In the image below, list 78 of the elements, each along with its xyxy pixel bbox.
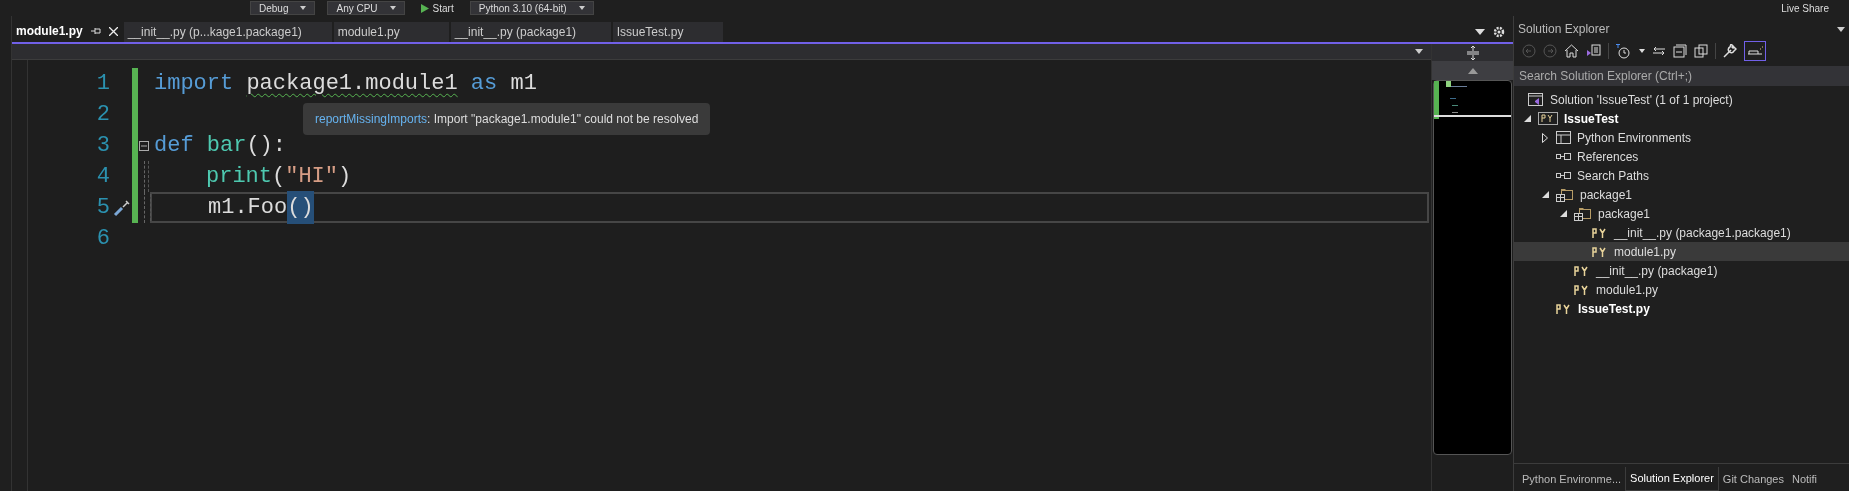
code-line: def bar(): <box>153 132 288 160</box>
python-file-icon <box>1574 265 1590 276</box>
split-button[interactable] <box>1432 44 1513 61</box>
search-field[interactable]: Search Solution Explorer (Ctrl+;) <box>1514 66 1849 86</box>
line-number: 6 <box>95 225 111 253</box>
caret-icon[interactable] <box>300 6 307 10</box>
caret-icon[interactable] <box>389 6 396 10</box>
line-number: 4 <box>95 163 111 191</box>
sync-icon[interactable] <box>1652 45 1666 57</box>
home-icon[interactable] <box>1564 44 1579 58</box>
panel-tab[interactable]: Solution Explorer <box>1625 467 1719 491</box>
toolbar-dropdown[interactable]: Python 3.10 (64-bit) <box>469 1 594 15</box>
play-icon <box>420 3 429 13</box>
python-file-icon <box>1556 303 1572 314</box>
reference-icon <box>1556 153 1571 160</box>
clock-icon[interactable] <box>1616 43 1632 59</box>
collapse-icon[interactable] <box>139 140 149 151</box>
split-icon <box>1465 45 1480 60</box>
code-line: print("HI") <box>150 161 1431 192</box>
tree-item[interactable]: IssueTest <box>1514 109 1849 128</box>
expanded-icon[interactable] <box>1541 191 1549 198</box>
toolbar-dropdown[interactable]: Debug <box>250 1 316 15</box>
copy-icon[interactable] <box>1694 44 1708 58</box>
settings-icon[interactable] <box>1493 26 1505 38</box>
line-number: 1 <box>95 70 111 98</box>
screwdriver-icon[interactable] <box>113 198 131 217</box>
error-tooltip: reportMissingImports: Import "package1.module1" could not be resolved <box>303 103 711 135</box>
tree-item[interactable]: package1 <box>1514 185 1849 204</box>
expanded-icon[interactable] <box>1523 115 1531 122</box>
collapsed-icon[interactable] <box>1542 132 1548 143</box>
editor-tab[interactable]: IssueTest.py <box>612 22 723 42</box>
python-file-icon <box>1592 227 1608 238</box>
wrench-icon[interactable] <box>1723 44 1737 58</box>
code-minimap[interactable] <box>1433 80 1512 455</box>
tree-item[interactable]: __init__.py (package1) <box>1514 261 1849 280</box>
python-file-icon <box>1538 112 1558 125</box>
tree-item[interactable]: package1 <box>1514 204 1849 223</box>
code-line: import package1.module1 as m1 <box>153 70 538 98</box>
window-icon <box>1556 131 1571 144</box>
dropdown-icon[interactable] <box>1415 49 1423 54</box>
solution-view-icon[interactable] <box>1586 44 1601 58</box>
close-icon[interactable] <box>108 26 118 36</box>
panel-tab[interactable]: Notifi <box>1788 467 1822 491</box>
line-number: 5 <box>95 194 111 222</box>
dropdown-icon[interactable] <box>1475 29 1485 35</box>
tree-item[interactable]: module1.py <box>1514 242 1849 261</box>
panel-tab[interactable]: Python Environme... <box>1518 467 1626 491</box>
editor-tab[interactable]: __init__.py (p...kage1.package1) <box>123 22 332 42</box>
dropdown-icon[interactable] <box>1837 26 1845 32</box>
tree-item[interactable]: Solution 'IssueTest' (1 of 1 project) <box>1514 90 1849 109</box>
arrow-up-icon <box>1467 67 1478 74</box>
solution-icon <box>1528 92 1544 107</box>
expanded-icon[interactable] <box>1559 210 1567 217</box>
collapse-icon[interactable] <box>1673 44 1687 58</box>
line-number: 2 <box>95 101 111 129</box>
caret-icon[interactable] <box>1639 49 1645 53</box>
caret-icon[interactable] <box>578 6 585 10</box>
panel-tab[interactable]: Git Changes <box>1718 467 1788 491</box>
start-button[interactable]: Start <box>416 1 458 15</box>
tree-item[interactable]: Search Paths <box>1514 166 1849 185</box>
panel-title: Solution Explorer <box>1518 21 1610 38</box>
live-share-button[interactable]: Live Share <box>1777 0 1833 16</box>
tree-item[interactable]: module1.py <box>1514 280 1849 299</box>
pin-icon[interactable] <box>90 27 101 35</box>
tree-item[interactable]: IssueTest.py <box>1514 299 1849 318</box>
tree-item[interactable]: __init__.py (package1.package1) <box>1514 223 1849 242</box>
python-file-icon <box>1592 246 1608 257</box>
package-folder-icon <box>1556 187 1574 202</box>
editor-tab[interactable]: module1.py <box>333 22 449 42</box>
line-number: 3 <box>95 132 111 160</box>
python-file-icon <box>1574 284 1590 295</box>
reference-icon <box>1556 172 1571 179</box>
editor-tab[interactable]: __init__.py (package1) <box>450 22 611 42</box>
tree-item[interactable]: Python Environments <box>1514 128 1849 147</box>
tree-item[interactable]: References <box>1514 147 1849 166</box>
package-folder-icon <box>1574 206 1592 221</box>
preview-icon[interactable] <box>1744 41 1766 61</box>
toolbar-dropdown[interactable]: Any CPU <box>327 1 405 15</box>
